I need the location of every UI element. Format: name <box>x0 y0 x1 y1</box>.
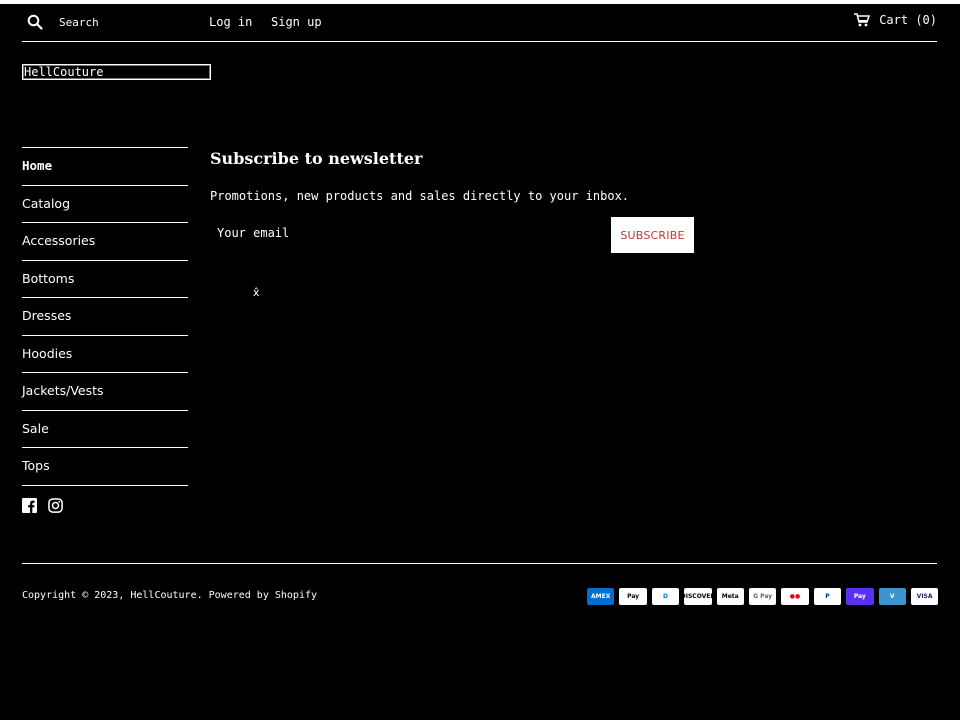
visa-icon: VISA <box>910 588 939 605</box>
shop-pay-icon: Pay <box>846 588 874 605</box>
close-icon[interactable]: x̂ <box>253 286 260 299</box>
newsletter-title: Subscribe to newsletter <box>210 149 423 168</box>
footer-divider <box>22 563 937 564</box>
sidebar-divider <box>22 484 188 486</box>
site-header: Log in Sign up Cart (0) <box>22 4 937 42</box>
sidebar-item-accessories[interactable]: Accessories <box>22 222 188 260</box>
sidebar-nav: Home Catalog Accessories Bottoms Dresses… <box>22 147 188 486</box>
site-logo[interactable]: HellCouture <box>22 64 211 80</box>
login-link[interactable]: Log in <box>209 15 252 29</box>
meta-pay-icon: Meta <box>716 588 744 605</box>
sidebar-item-home[interactable]: Home <box>22 147 188 185</box>
cart-label: Cart (0) <box>879 13 937 27</box>
sidebar-item-bottoms[interactable]: Bottoms <box>22 259 188 298</box>
google-pay-icon: G Pay <box>748 588 777 605</box>
cart-link[interactable]: Cart (0) <box>854 13 937 27</box>
payment-icons: AMEX Pay D DISCOVER Meta G Pay ●● P Pay … <box>587 588 939 605</box>
search-icon[interactable] <box>27 14 43 30</box>
amex-icon: AMEX <box>587 588 615 605</box>
cart-icon <box>854 13 871 27</box>
sidebar-item-tops[interactable]: Tops <box>22 447 188 485</box>
paypal-icon: P <box>813 588 842 605</box>
mastercard-icon: ●● <box>781 588 809 605</box>
facebook-icon[interactable] <box>22 498 37 513</box>
sidebar-item-hoodies[interactable]: Hoodies <box>22 334 188 373</box>
newsletter-description: Promotions, new products and sales direc… <box>210 189 630 203</box>
social-links <box>22 498 63 513</box>
signup-link[interactable]: Sign up <box>271 15 322 29</box>
venmo-icon: V <box>878 588 906 605</box>
apple-pay-icon: Pay <box>619 588 647 605</box>
search-input[interactable] <box>59 12 199 32</box>
subscribe-button[interactable]: SUBSCRIBE <box>611 217 694 253</box>
diners-club-icon: D <box>651 588 680 605</box>
discover-icon: DISCOVER <box>684 588 712 605</box>
sidebar-item-catalog[interactable]: Catalog <box>22 184 188 223</box>
sidebar-item-sale[interactable]: Sale <box>22 409 188 448</box>
sidebar-item-jackets-vests[interactable]: Jackets/Vests <box>22 372 188 410</box>
copyright-text: Copyright © 2023, HellCouture. Powered b… <box>22 590 318 601</box>
email-field[interactable] <box>210 217 611 253</box>
sidebar-item-dresses[interactable]: Dresses <box>22 297 188 335</box>
instagram-icon[interactable] <box>48 498 63 513</box>
